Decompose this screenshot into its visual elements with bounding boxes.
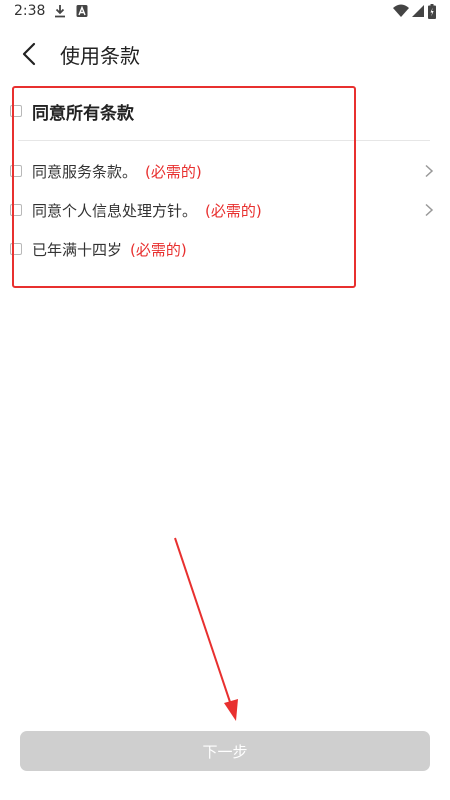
battery-icon <box>428 4 436 19</box>
chevron-right-icon[interactable] <box>422 203 436 217</box>
download-icon <box>55 5 65 18</box>
terms-highlight-box <box>12 86 356 288</box>
status-bar: 2:38 <box>0 0 450 24</box>
chevron-right-icon[interactable] <box>422 164 436 178</box>
next-step-button[interactable]: 下一步 <box>20 731 430 771</box>
app-header: 使用条款 <box>0 26 450 80</box>
a-icon <box>76 5 88 17</box>
status-time: 2:38 <box>14 3 46 19</box>
page-title: 使用条款 <box>60 44 140 68</box>
back-arrow-icon[interactable] <box>14 38 46 70</box>
signal-icon <box>412 5 424 17</box>
wifi-icon <box>393 4 409 17</box>
